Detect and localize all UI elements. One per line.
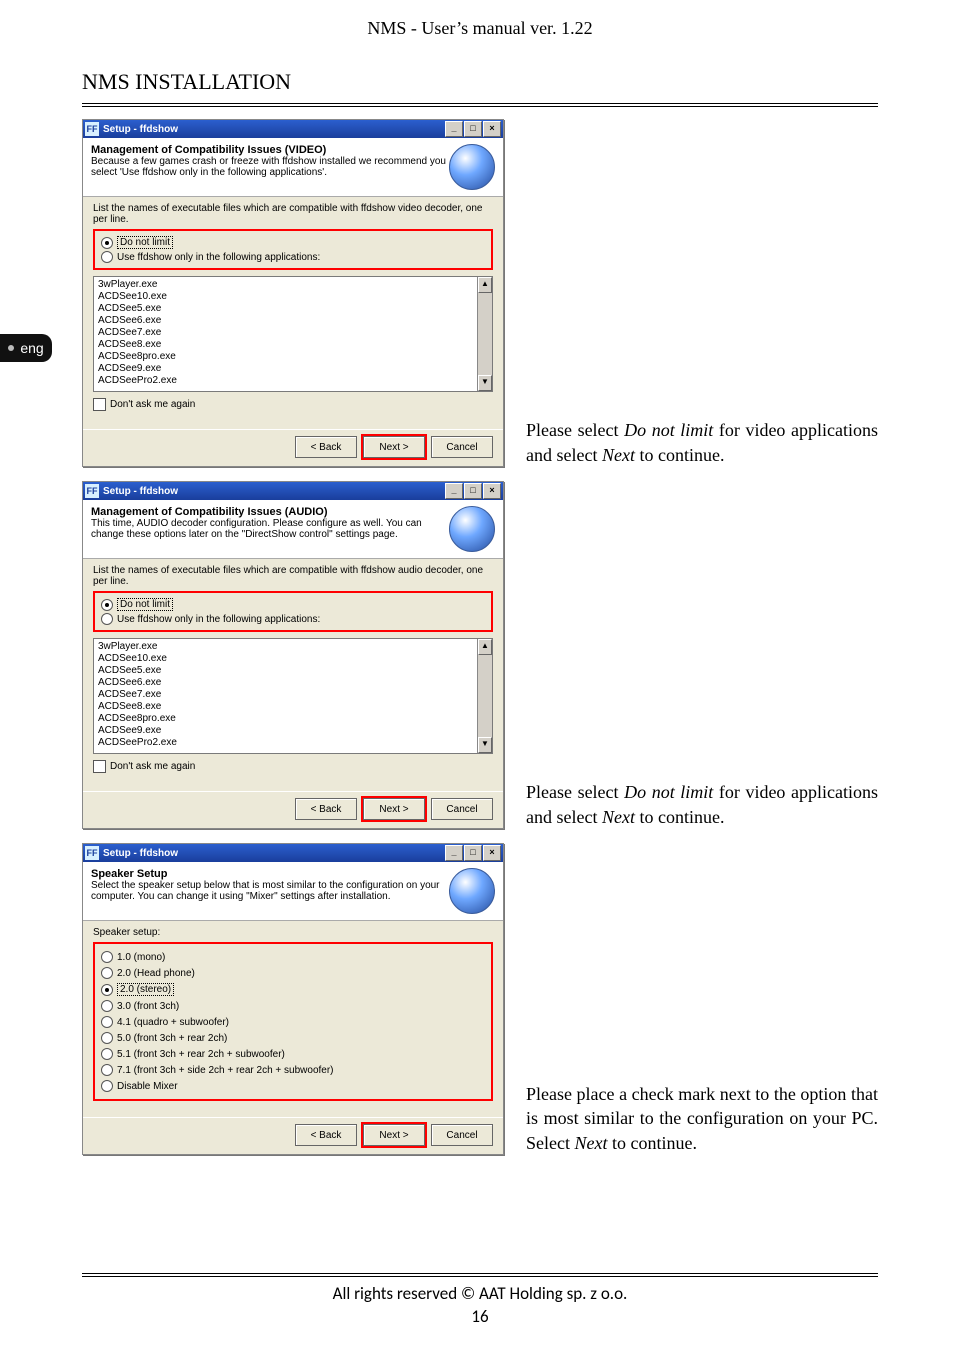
cancel-button[interactable]: Cancel [431, 798, 493, 820]
back-button[interactable]: < Back [295, 798, 357, 820]
radio-do-not-limit[interactable]: Do not limit [101, 236, 485, 249]
radio-7-1[interactable]: 7.1 (front 3ch + side 2ch + rear 2ch + s… [101, 1064, 485, 1076]
page-number: 16 [0, 1306, 960, 1327]
list-intro: List the names of executable files which… [93, 203, 493, 225]
window-title: Setup - ffdshow [103, 848, 445, 859]
radio-stereo[interactable]: 2.0 (stereo) [101, 983, 485, 996]
caption-video: Please select Do not limit for video app… [526, 418, 878, 467]
minimize-button[interactable]: _ [445, 845, 463, 861]
speaker-label: Speaker setup: [93, 927, 493, 938]
dialog-video: FF Setup - ffdshow _ □ × Management of C… [82, 119, 504, 467]
dialog-speaker: FF Setup - ffdshow _ □ × Speaker Setup S… [82, 843, 504, 1155]
app-icon: FF [85, 122, 99, 136]
radio-mono[interactable]: 1.0 (mono) [101, 951, 485, 963]
document-header: NMS - User’s manual ver. 1.22 [0, 0, 960, 39]
radio-3-0[interactable]: 3.0 (front 3ch) [101, 1000, 485, 1012]
globe-icon [449, 506, 495, 552]
highlighted-options: Do not limit Use ffdshow only in the fol… [93, 591, 493, 632]
close-button[interactable]: × [483, 121, 501, 137]
radio-5-1[interactable]: 5.1 (front 3ch + rear 2ch + subwoofer) [101, 1048, 485, 1060]
radio-do-not-limit[interactable]: Do not limit [101, 598, 485, 611]
dont-ask-checkbox[interactable]: Don't ask me again [93, 760, 493, 773]
radio-use-only[interactable]: Use ffdshow only in the following applic… [101, 251, 485, 263]
dialog-heading: Management of Compatibility Issues (VIDE… [91, 144, 326, 156]
highlighted-options: Do not limit Use ffdshow only in the fol… [93, 229, 493, 270]
app-listbox[interactable]: 3wPlayer.exeACDSee10.exeACDSee5.exeACDSe… [93, 276, 493, 392]
window-title: Setup - ffdshow [103, 124, 445, 135]
radio-5-0[interactable]: 5.0 (front 3ch + rear 2ch) [101, 1032, 485, 1044]
radio-4-1[interactable]: 4.1 (quadro + subwoofer) [101, 1016, 485, 1028]
scroll-down-icon[interactable]: ▼ [478, 737, 492, 753]
dialog-subtext: Select the speaker setup below that is m… [91, 880, 440, 902]
scroll-up-icon[interactable]: ▲ [478, 639, 492, 655]
dialog-heading: Management of Compatibility Issues (AUDI… [91, 506, 328, 518]
window-title: Setup - ffdshow [103, 486, 445, 497]
maximize-button[interactable]: □ [464, 845, 482, 861]
app-icon: FF [85, 846, 99, 860]
next-button[interactable]: Next > [363, 798, 425, 820]
dont-ask-checkbox[interactable]: Don't ask me again [93, 398, 493, 411]
scroll-down-icon[interactable]: ▼ [478, 375, 492, 391]
dialog-subtext: Because a few games crash or freeze with… [91, 156, 446, 178]
minimize-button[interactable]: _ [445, 121, 463, 137]
bottom-divider [82, 1273, 878, 1277]
caption-speaker: Please place a check mark next to the op… [526, 1082, 878, 1155]
close-button[interactable]: × [483, 483, 501, 499]
highlighted-speaker-options: 1.0 (mono) 2.0 (Head phone) 2.0 (stereo)… [93, 942, 493, 1101]
scroll-up-icon[interactable]: ▲ [478, 277, 492, 293]
back-button[interactable]: < Back [295, 1124, 357, 1146]
scrollbar[interactable]: ▲▼ [477, 639, 492, 753]
app-listbox[interactable]: 3wPlayer.exeACDSee10.exeACDSee5.exeACDSe… [93, 638, 493, 754]
maximize-button[interactable]: □ [464, 121, 482, 137]
radio-disable-mixer[interactable]: Disable Mixer [101, 1080, 485, 1092]
language-tab: eng [0, 334, 52, 362]
dialog-heading: Speaker Setup [91, 868, 167, 880]
copyright: All rights reserved © AAT Holding sp. z … [0, 1283, 960, 1304]
dialog-subtext: This time, AUDIO decoder configuration. … [91, 518, 422, 540]
globe-icon [449, 868, 495, 914]
maximize-button[interactable]: □ [464, 483, 482, 499]
globe-icon [449, 144, 495, 190]
next-button[interactable]: Next > [363, 436, 425, 458]
list-intro: List the names of executable files which… [93, 565, 493, 587]
radio-use-only[interactable]: Use ffdshow only in the following applic… [101, 613, 485, 625]
minimize-button[interactable]: _ [445, 483, 463, 499]
next-button[interactable]: Next > [363, 1124, 425, 1146]
scrollbar[interactable]: ▲▼ [477, 277, 492, 391]
cancel-button[interactable]: Cancel [431, 1124, 493, 1146]
cancel-button[interactable]: Cancel [431, 436, 493, 458]
radio-headphone[interactable]: 2.0 (Head phone) [101, 967, 485, 979]
caption-audio: Please select Do not limit for video app… [526, 780, 878, 829]
dialog-audio: FF Setup - ffdshow _ □ × Management of C… [82, 481, 504, 829]
app-icon: FF [85, 484, 99, 498]
back-button[interactable]: < Back [295, 436, 357, 458]
close-button[interactable]: × [483, 845, 501, 861]
top-divider [82, 103, 878, 107]
section-title: NMS INSTALLATION [82, 69, 960, 95]
